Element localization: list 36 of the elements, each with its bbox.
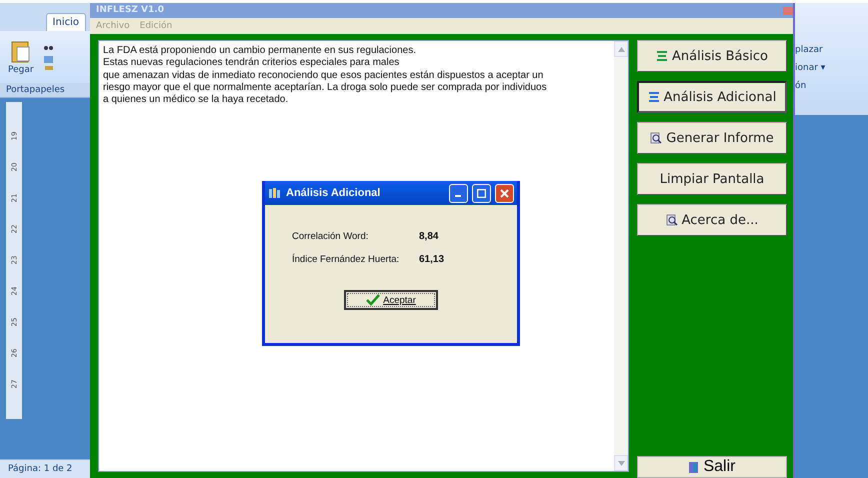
door-icon [688, 460, 700, 474]
ok-button[interactable]: Aceptar [344, 290, 438, 310]
ribbon-item[interactable]: ionar ▾ [795, 63, 868, 73]
text-line: La FDA está proponiendo un cambio permanente en sus regulaciones. [103, 45, 417, 58]
magnifier-icon [666, 214, 678, 226]
exit-button[interactable]: Salir [637, 456, 787, 478]
result-value: 61,13 [419, 254, 446, 265]
ribbon-item[interactable]: plazar [795, 45, 868, 55]
minimize-icon[interactable] [449, 184, 468, 202]
action-button[interactable]: Análisis Adicional [637, 81, 787, 113]
text-line: Estas nuevas regulaciones tendrán criterios especiales para males [103, 57, 400, 70]
result-value: 8,84 [419, 231, 440, 242]
group-label: Portapapeles [0, 83, 90, 97]
result-label: Índice Fernández Huerta: [292, 254, 400, 265]
checkmark-icon [366, 294, 380, 306]
ribbon-tab[interactable]: Inicio [46, 13, 86, 31]
magnifier-icon [650, 132, 662, 144]
lines-icon [656, 50, 668, 62]
window-title: INFLESZ V1.0 [96, 4, 164, 17]
lines-icon [648, 91, 660, 103]
ribbon-item[interactable]: ón [795, 81, 868, 91]
text-line: riesgo mayor que el que normalmente aceptarían. La droga solo puede ser comprada por individuos [103, 82, 548, 94]
action-button[interactable]: Limpiar Pantalla [637, 163, 787, 195]
maximize-icon[interactable] [472, 184, 491, 202]
clipboard-icon [10, 39, 31, 63]
text-line: a quienes un médico se la haya recetado. [103, 94, 290, 106]
page-status: Página: 1 de 2 [0, 459, 90, 478]
app-icon [268, 187, 282, 199]
result-label: Correlación Word: [292, 231, 370, 242]
close-icon[interactable] [495, 184, 514, 202]
action-button[interactable]: Generar Informe [637, 122, 787, 154]
paste-label[interactable]: Pegar [8, 65, 34, 75]
text-line: que amenazan vidas de inmediato reconociendo que esos pacientes están dispuestos a aceptar un [103, 70, 544, 82]
dialog-title: Análisis Adicional [286, 187, 382, 199]
action-button[interactable]: Acerca de... [637, 204, 787, 236]
action-button[interactable]: Análisis Básico [637, 40, 787, 72]
